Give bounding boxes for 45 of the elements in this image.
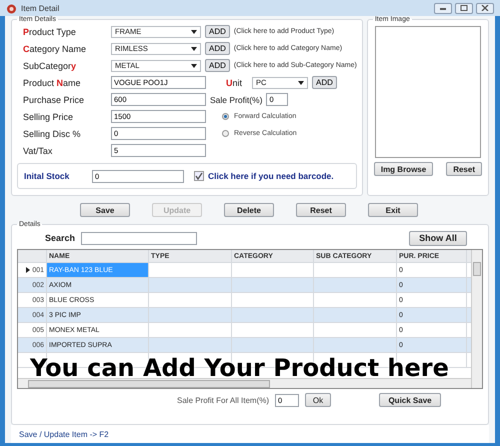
ok-button[interactable]: Ok (305, 393, 332, 407)
close-icon (481, 5, 489, 11)
action-button[interactable]: Reset (296, 203, 346, 217)
add-button[interactable]: ADD (205, 25, 230, 38)
caret-icon (298, 80, 304, 84)
field-label: Sale Profit(%) (210, 94, 262, 104)
add-button[interactable]: ADD (205, 42, 230, 55)
close-button[interactable] (476, 2, 494, 14)
field-label: Product Name (22, 78, 82, 88)
field-label: Inital Stock (24, 171, 70, 181)
field-label: Vat/Tax (22, 146, 54, 156)
field-label: Sale Profit For All Item(%) (177, 396, 270, 404)
vertical-scrollbar[interactable] (471, 250, 482, 388)
action-button[interactable]: Save (80, 203, 130, 217)
add-button[interactable]: ADD (205, 59, 230, 72)
field-label: Selling Price (22, 112, 74, 122)
field-label: Selling Disc % (22, 128, 82, 138)
search-field[interactable] (81, 232, 198, 244)
field-label: Unit (226, 78, 244, 88)
barcode-link[interactable]: Click here if you need barcode. (208, 171, 334, 181)
checkbox[interactable] (194, 171, 204, 181)
caption-text: You can Add Your Product here (30, 356, 449, 380)
image-button[interactable]: Img Browse (374, 162, 434, 176)
horizontal-scrollbar[interactable] (18, 378, 471, 388)
action-button[interactable]: Delete (224, 203, 274, 217)
search-label: Search (45, 233, 76, 243)
minimize-icon (439, 5, 447, 11)
minimize-button[interactable] (434, 2, 452, 14)
caret-icon (191, 64, 197, 68)
caret-icon (191, 46, 197, 50)
field-label: Purchase Price (22, 94, 86, 104)
add-button[interactable]: ADD (312, 76, 337, 89)
maximize-button[interactable] (455, 2, 473, 14)
field-label: Category Name (22, 44, 88, 54)
window-title: Item Detail (21, 4, 60, 12)
maximize-icon (460, 5, 468, 11)
image-button[interactable]: Reset (446, 162, 482, 176)
caret-icon (191, 30, 197, 34)
field-label: Product Type (22, 26, 77, 36)
field-label: SubCategory (22, 60, 78, 70)
app-icon (6, 2, 17, 14)
quick-save-button[interactable]: Quick Save (379, 393, 442, 407)
action-button[interactable]: Exit (368, 203, 418, 217)
status-text: Save / Update Item -> F2 (11, 425, 489, 443)
show-all-button[interactable]: Show All (409, 230, 467, 246)
